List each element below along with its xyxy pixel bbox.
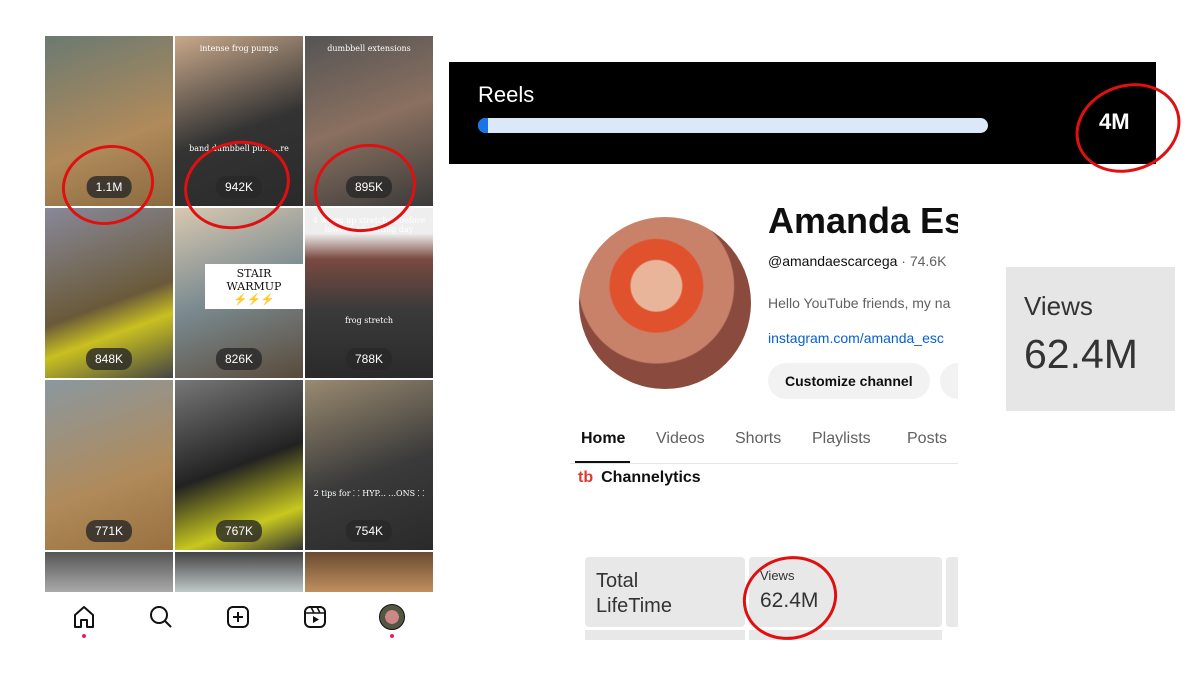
tab-home[interactable]: Home — [581, 430, 625, 448]
reel-caption: intense frog pumps — [199, 44, 279, 53]
stat-row-label-card: Total LifeTime — [585, 557, 745, 627]
reel-thumbnail[interactable]: 767K — [175, 380, 303, 550]
home-icon[interactable] — [71, 604, 97, 630]
reel-thumbnail[interactable]: 1.1M — [45, 36, 173, 206]
channelytics-title: Channelytics — [601, 469, 701, 486]
views-callout-card: Views 62.4M — [1006, 267, 1175, 411]
manage-videos-button[interactable] — [940, 363, 958, 399]
reels-label: Reels — [478, 82, 535, 107]
youtube-channel-page: Amanda Es @amandaescarcega · 74.6K Hello… — [570, 190, 958, 640]
reel-thumbnail[interactable] — [305, 552, 433, 592]
channelytics-logo: tb — [578, 469, 594, 486]
profile-avatar[interactable] — [379, 604, 405, 630]
handle-text: @amandaescarcega — [768, 253, 898, 269]
reel-view-count: 788K — [345, 348, 393, 370]
views-stat-value: 62.4M — [760, 589, 819, 612]
tab-videos[interactable]: Videos — [656, 430, 705, 448]
tab-posts[interactable]: Posts — [907, 430, 947, 448]
reel-thumbnail[interactable] — [45, 552, 173, 592]
reel-sign: STAIR WARMUP ⚡⚡⚡ — [205, 264, 303, 309]
reel-view-count: 771K — [85, 520, 133, 542]
tab-playlists[interactable]: Playlists — [812, 430, 871, 448]
reel-thumbnail[interactable]: 2 tips for ⸬ HYP... ...ONS ⸬ 754K — [305, 380, 433, 550]
channel-description[interactable]: Hello YouTube friends, my na — [768, 295, 950, 311]
bottom-nav — [45, 594, 431, 642]
reel-overlay-text: band dumbbell pu... ...re — [189, 144, 289, 153]
reel-thumbnail[interactable]: 4 warm up stretches before lower body li… — [305, 208, 433, 378]
subscriber-count: · 74.6K — [897, 253, 947, 269]
channel-handle: @amandaescarcega · 74.6K — [768, 253, 946, 269]
reel-view-count: 826K — [215, 348, 263, 370]
reel-thumbnail[interactable]: 771K — [45, 380, 173, 550]
reel-thumbnail[interactable]: dumbbell extensions 895K — [305, 36, 433, 206]
tab-shorts[interactable]: Shorts — [735, 430, 781, 448]
reel-view-count: 848K — [85, 348, 133, 370]
create-icon[interactable] — [225, 604, 251, 630]
reel-view-count: 1.1M — [86, 176, 132, 198]
reel-thumbnail[interactable]: 848K — [45, 208, 173, 378]
reel-view-count: 754K — [345, 520, 393, 542]
views-stat-card: Views 62.4M — [749, 557, 942, 627]
reels-total: 4M — [1099, 109, 1130, 134]
reels-views-bar: Reels 4M — [449, 62, 1156, 164]
reel-view-count: 895K — [345, 176, 393, 198]
reel-thumbnail[interactable]: STAIR WARMUP ⚡⚡⚡ 826K — [175, 208, 303, 378]
reel-thumbnail[interactable] — [175, 552, 303, 592]
home-notification-dot — [82, 634, 86, 638]
reel-caption: dumbbell extensions — [327, 44, 411, 53]
channel-tabs: Home Videos Shorts Playlists Posts — [570, 428, 958, 464]
active-tab-underline — [575, 461, 630, 463]
reel-view-count: 767K — [215, 520, 263, 542]
customize-channel-button[interactable]: Customize channel — [768, 363, 930, 399]
search-icon[interactable] — [148, 604, 174, 630]
next-stat-card — [946, 557, 958, 627]
reel-caption: 4 warm up stretches before lower body li… — [312, 216, 426, 234]
views-callout-label: Views — [1024, 291, 1093, 321]
channel-avatar[interactable] — [579, 217, 751, 389]
instagram-profile-grid: 1.1M intense frog pumps band dumbbell pu..… — [45, 36, 433, 642]
reel-overlay-text: frog stretch — [345, 316, 393, 325]
channel-link[interactable]: instagram.com/amanda_esc — [768, 330, 944, 346]
reel-view-count: 942K — [215, 176, 263, 198]
stat-row-2 — [585, 630, 745, 640]
reels-progress-fill — [478, 118, 489, 133]
stat-row-2-cell — [749, 630, 942, 640]
views-callout-value: 62.4M — [1024, 331, 1138, 377]
reel-thumbnail[interactable]: intense frog pumps band dumbbell pu... ..… — [175, 36, 303, 206]
views-stat-label: Views — [760, 568, 795, 583]
reels-progress-bar — [478, 118, 988, 133]
channel-name: Amanda Es — [768, 200, 958, 241]
profile-notification-dot — [390, 634, 394, 638]
total-lifetime-label: Total LifeTime — [596, 570, 672, 617]
reels-icon[interactable] — [302, 604, 328, 630]
channelytics-header: tb Channelytics — [578, 469, 701, 487]
reel-overlay-text: 2 tips for ⸬ HYP... ...ONS ⸬ — [313, 489, 425, 498]
